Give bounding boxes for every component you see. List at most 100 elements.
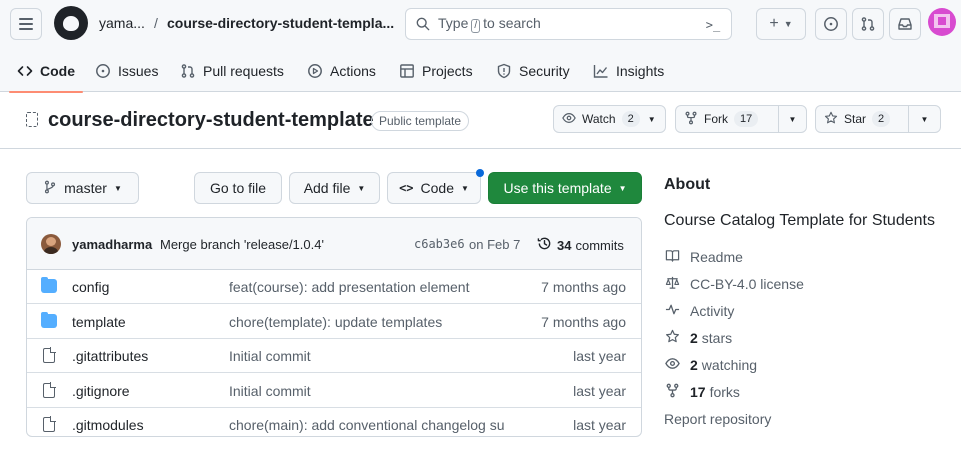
readme-link[interactable]: Readme bbox=[664, 247, 743, 267]
watch-count: 2 bbox=[621, 111, 640, 127]
tab-pull-requests-label: Pull requests bbox=[203, 63, 284, 79]
chevron-down-icon: ▼ bbox=[461, 183, 469, 193]
use-template-button[interactable]: Use this template ▼ bbox=[488, 172, 642, 204]
fork-button[interactable]: Fork 17 bbox=[675, 105, 779, 133]
chevron-down-icon: ▼ bbox=[788, 114, 797, 124]
file-name[interactable]: config bbox=[72, 279, 109, 295]
commit-sha[interactable]: c6ab3e6 bbox=[414, 237, 465, 251]
issues-button[interactable] bbox=[815, 8, 847, 40]
tab-issues[interactable]: Issues bbox=[95, 50, 158, 92]
repo-forked-icon bbox=[664, 383, 680, 401]
commit-message[interactable]: Merge branch 'release/1.0.4' bbox=[160, 237, 324, 252]
file-commit-message[interactable]: Initial commit bbox=[229, 383, 311, 399]
play-icon bbox=[307, 63, 323, 79]
license-link[interactable]: CC-BY-4.0 license bbox=[664, 274, 804, 294]
pull-requests-button[interactable] bbox=[852, 8, 884, 40]
license-label: CC-BY-4.0 license bbox=[690, 276, 804, 292]
git-branch-icon bbox=[43, 180, 57, 197]
hamburger-icon bbox=[19, 18, 33, 30]
commit-count-label: commits bbox=[575, 237, 624, 253]
stars-link[interactable]: 2 stars bbox=[664, 328, 732, 348]
stars-count: 2 bbox=[690, 330, 698, 346]
chevron-down-icon: ▼ bbox=[783, 19, 793, 29]
table-row[interactable]: config feat(course): add presentation el… bbox=[27, 270, 641, 304]
file-name[interactable]: template bbox=[72, 314, 126, 330]
tab-projects[interactable]: Projects bbox=[399, 50, 473, 92]
repo-template-icon bbox=[26, 112, 38, 127]
repo-title-row: course-directory-student-template Public… bbox=[0, 93, 961, 149]
forks-count: 17 bbox=[690, 384, 706, 400]
code-button-label: Code bbox=[420, 180, 454, 196]
latest-commit-bar: yamadharma Merge branch 'release/1.0.4' … bbox=[27, 218, 641, 270]
breadcrumb-separator: / bbox=[154, 15, 158, 31]
breadcrumb-owner[interactable]: yama... bbox=[99, 15, 145, 31]
forks-link[interactable]: 17 forks bbox=[664, 382, 740, 402]
book-icon bbox=[664, 248, 680, 266]
file-icon bbox=[43, 347, 56, 363]
pulse-icon bbox=[664, 302, 680, 320]
watch-button[interactable]: Watch 2 ▼ bbox=[553, 105, 666, 133]
tab-code-label: Code bbox=[40, 63, 75, 79]
command-palette-icon[interactable]: >_ bbox=[703, 15, 723, 35]
plus-icon: + bbox=[769, 15, 779, 32]
avatar[interactable] bbox=[41, 234, 61, 254]
activity-link[interactable]: Activity bbox=[664, 301, 734, 321]
file-age: last year bbox=[573, 417, 626, 433]
file-commit-message[interactable]: feat(course): add presentation element bbox=[229, 279, 469, 295]
global-header: yama... / course-directory-student-templ… bbox=[0, 0, 961, 93]
star-label: Star bbox=[844, 112, 867, 126]
issue-opened-icon bbox=[95, 63, 111, 79]
activity-label: Activity bbox=[690, 303, 735, 319]
star-dropdown-button[interactable]: ▼ bbox=[908, 105, 941, 133]
tab-actions[interactable]: Actions bbox=[307, 50, 376, 92]
inbox-icon bbox=[898, 18, 912, 30]
commit-date: on Feb 7 bbox=[469, 237, 521, 252]
create-new-button[interactable]: + ▼ bbox=[756, 8, 806, 40]
tab-insights[interactable]: Insights bbox=[593, 50, 664, 92]
graph-icon bbox=[593, 63, 609, 79]
repo-name[interactable]: course-directory-student-template bbox=[48, 109, 374, 132]
file-name[interactable]: .gitmodules bbox=[72, 417, 144, 433]
commit-author[interactable]: yamadharma bbox=[72, 237, 152, 252]
folder-icon bbox=[41, 277, 57, 293]
file-commit-message[interactable]: Initial commit bbox=[229, 348, 311, 364]
commit-count: 34 bbox=[557, 237, 572, 253]
tab-security[interactable]: Security bbox=[496, 50, 570, 92]
tab-pull-requests[interactable]: Pull requests bbox=[180, 50, 284, 92]
table-row[interactable]: template chore(template): update templat… bbox=[27, 305, 641, 339]
tab-code[interactable]: Code bbox=[9, 50, 83, 93]
table-row[interactable]: .gitattributes Initial commit last year bbox=[27, 339, 641, 373]
user-avatar[interactable] bbox=[928, 8, 956, 36]
tab-actions-label: Actions bbox=[330, 63, 376, 79]
code-dropdown-button[interactable]: <> Code ▼ bbox=[387, 172, 481, 204]
repo-description: Course Catalog Template for Students bbox=[664, 212, 935, 229]
file-commit-message[interactable]: chore(main): add conventional changelog … bbox=[229, 417, 505, 433]
breadcrumb-repo[interactable]: course-directory-student-templa... bbox=[167, 15, 394, 31]
report-repository-link[interactable]: Report repository bbox=[664, 411, 771, 427]
file-name[interactable]: .gitignore bbox=[72, 383, 130, 399]
readme-label: Readme bbox=[690, 249, 743, 265]
table-row[interactable]: .gitmodules chore(main): add conventiona… bbox=[27, 408, 641, 436]
tab-security-label: Security bbox=[519, 63, 570, 79]
branch-select-button[interactable]: master ▼ bbox=[26, 172, 139, 204]
star-count: 2 bbox=[872, 111, 891, 127]
search-input[interactable]: Type / to search >_ bbox=[405, 8, 732, 40]
inbox-button[interactable] bbox=[889, 8, 921, 40]
file-name[interactable]: .gitattributes bbox=[72, 348, 148, 364]
folder-icon bbox=[41, 312, 57, 328]
fork-dropdown-button[interactable]: ▼ bbox=[778, 105, 807, 133]
file-commit-message[interactable]: chore(template): update templates bbox=[229, 314, 442, 330]
table-row[interactable]: .gitignore Initial commit last year bbox=[27, 374, 641, 408]
watchers-link[interactable]: 2 watching bbox=[664, 355, 757, 375]
menu-button[interactable] bbox=[10, 8, 42, 40]
commit-history-link[interactable]: 34 commits bbox=[537, 236, 624, 254]
add-file-button[interactable]: Add file ▼ bbox=[289, 172, 380, 204]
star-icon bbox=[664, 329, 680, 347]
go-to-file-button[interactable]: Go to file bbox=[194, 172, 282, 204]
repo-tabs: Code Issues Pull requests Actions Projec… bbox=[0, 50, 961, 93]
repo-forked-icon bbox=[684, 111, 698, 128]
git-pull-request-icon bbox=[861, 17, 875, 31]
search-icon bbox=[416, 17, 430, 31]
github-logo-icon[interactable] bbox=[54, 6, 88, 40]
star-button[interactable]: Star 2 bbox=[815, 105, 909, 133]
